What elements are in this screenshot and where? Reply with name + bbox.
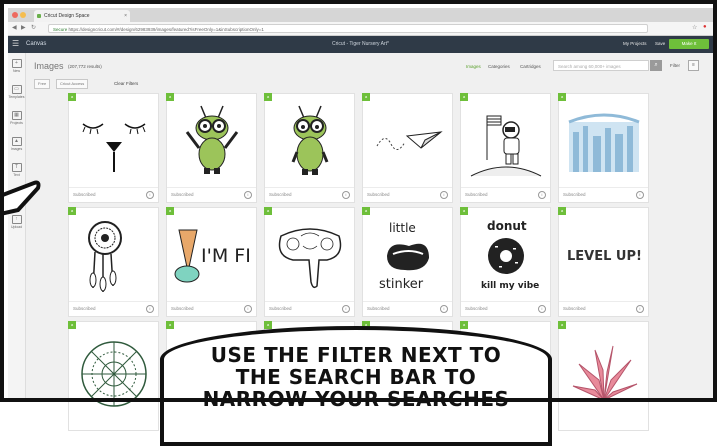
screen: Cricut Design Space × ◀ ▶ ↻ Secure https…: [0, 0, 717, 446]
bubble-line: USE THE FILTER NEXT TO: [210, 343, 502, 367]
bubble-line: NARROW YOUR SEARCHES: [202, 387, 510, 411]
speech-bubble-text: USE THE FILTER NEXT TO THE SEARCH BAR TO…: [170, 344, 542, 410]
bubble-line: THE SEARCH BAR TO: [235, 365, 477, 389]
speech-tail-shape: [0, 180, 41, 216]
